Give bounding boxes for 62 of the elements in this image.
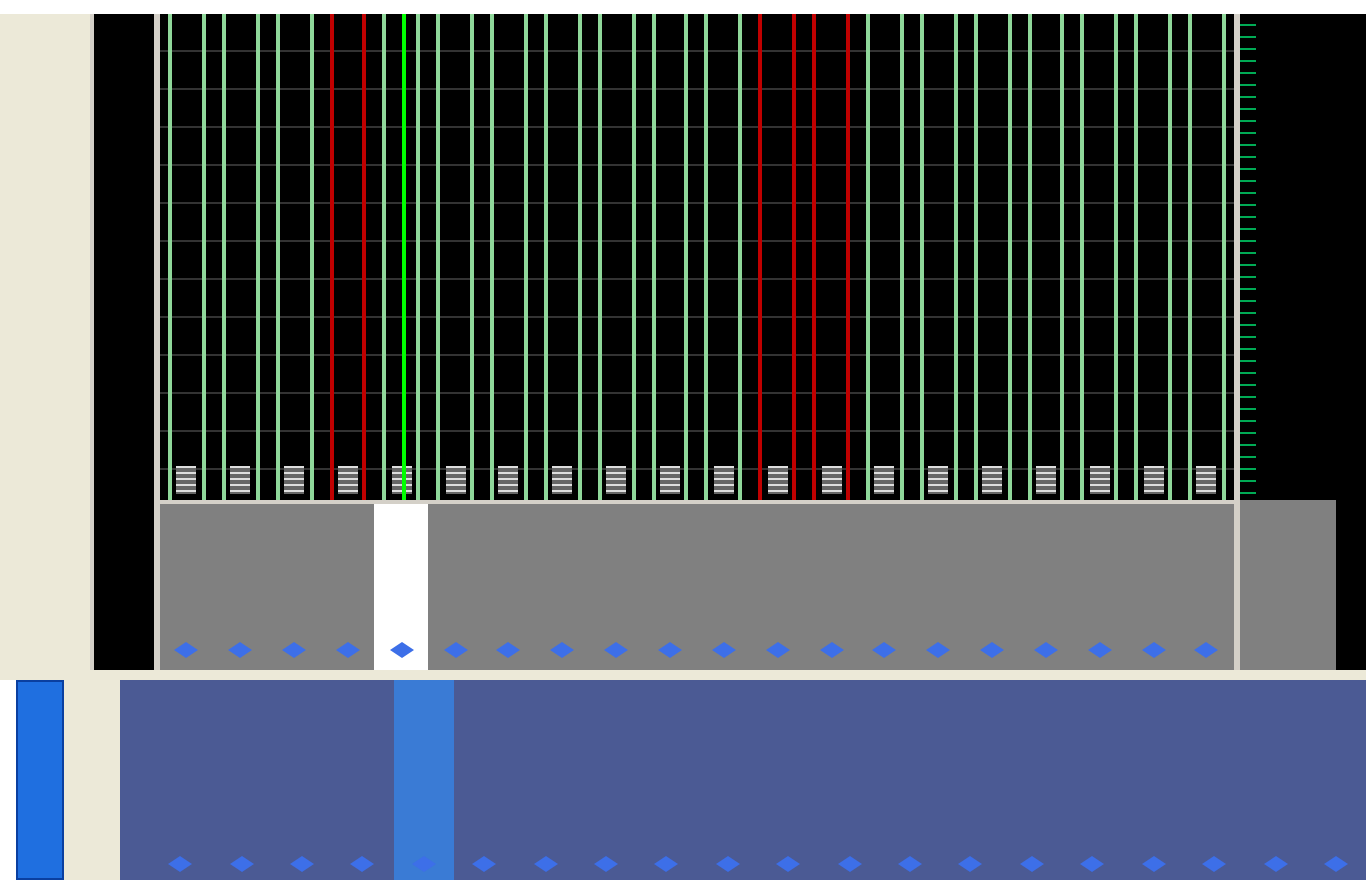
value-marker bbox=[928, 466, 949, 494]
diamond-icon bbox=[926, 642, 951, 658]
value-marker bbox=[606, 466, 627, 494]
value-marker bbox=[337, 466, 358, 494]
diamond-icon bbox=[819, 642, 844, 658]
diamond-icon bbox=[443, 642, 468, 658]
diamond-icon bbox=[229, 856, 254, 872]
value-marker bbox=[1143, 466, 1164, 494]
value-marker bbox=[284, 466, 305, 494]
diamond-icon bbox=[533, 856, 558, 872]
value-marker bbox=[552, 466, 573, 494]
diamond-icon bbox=[335, 642, 360, 658]
diamond-icon bbox=[898, 856, 923, 872]
value-marker bbox=[1035, 466, 1056, 494]
value-marker bbox=[176, 466, 197, 494]
diamond-icon bbox=[604, 642, 629, 658]
diamond-icon bbox=[472, 856, 497, 872]
value-marker bbox=[1196, 466, 1217, 494]
diamond-icon bbox=[765, 642, 790, 658]
value-marker bbox=[498, 466, 519, 494]
diamond-icon bbox=[496, 642, 521, 658]
value-marker bbox=[713, 466, 734, 494]
signal-row[interactable] bbox=[393, 680, 455, 880]
diamond-icon bbox=[980, 642, 1005, 658]
diamond-icon bbox=[1263, 856, 1288, 872]
diamond-icon bbox=[550, 642, 575, 658]
cursor-line[interactable] bbox=[401, 14, 406, 500]
value-marker bbox=[767, 466, 788, 494]
scroll-bar[interactable] bbox=[16, 680, 64, 880]
diamond-icon bbox=[282, 642, 307, 658]
diamond-icon bbox=[1019, 856, 1044, 872]
diamond-icon bbox=[594, 856, 619, 872]
diamond-icon bbox=[1080, 856, 1105, 872]
diamond-icon bbox=[290, 856, 315, 872]
value-marker bbox=[874, 466, 895, 494]
value-marker bbox=[821, 466, 842, 494]
value-marker bbox=[982, 466, 1003, 494]
diamond-icon bbox=[654, 856, 679, 872]
value-marker bbox=[660, 466, 681, 494]
diamond-icon bbox=[174, 642, 199, 658]
diamond-icon bbox=[872, 642, 897, 658]
diamond-icon bbox=[228, 642, 253, 658]
value-marker bbox=[230, 466, 251, 494]
diamond-icon bbox=[658, 642, 683, 658]
value-marker bbox=[445, 466, 466, 494]
signal-name-cell[interactable] bbox=[374, 504, 429, 670]
diamond-icon bbox=[1141, 642, 1166, 658]
diamond-icon bbox=[837, 856, 862, 872]
value-marker bbox=[1089, 466, 1110, 494]
diamond-icon bbox=[1323, 856, 1348, 872]
diamond-icon bbox=[1087, 642, 1112, 658]
diamond-icon bbox=[776, 856, 801, 872]
diamond-icon bbox=[715, 856, 740, 872]
diamond-icon bbox=[711, 642, 736, 658]
diamond-icon bbox=[350, 856, 375, 872]
diamond-icon bbox=[958, 856, 983, 872]
diamond-icon bbox=[1033, 642, 1058, 658]
diamond-icon bbox=[1194, 642, 1219, 658]
diamond-icon bbox=[168, 856, 193, 872]
diamond-icon bbox=[1141, 856, 1166, 872]
diamond-icon bbox=[1202, 856, 1227, 872]
diamond-icon bbox=[389, 642, 414, 658]
